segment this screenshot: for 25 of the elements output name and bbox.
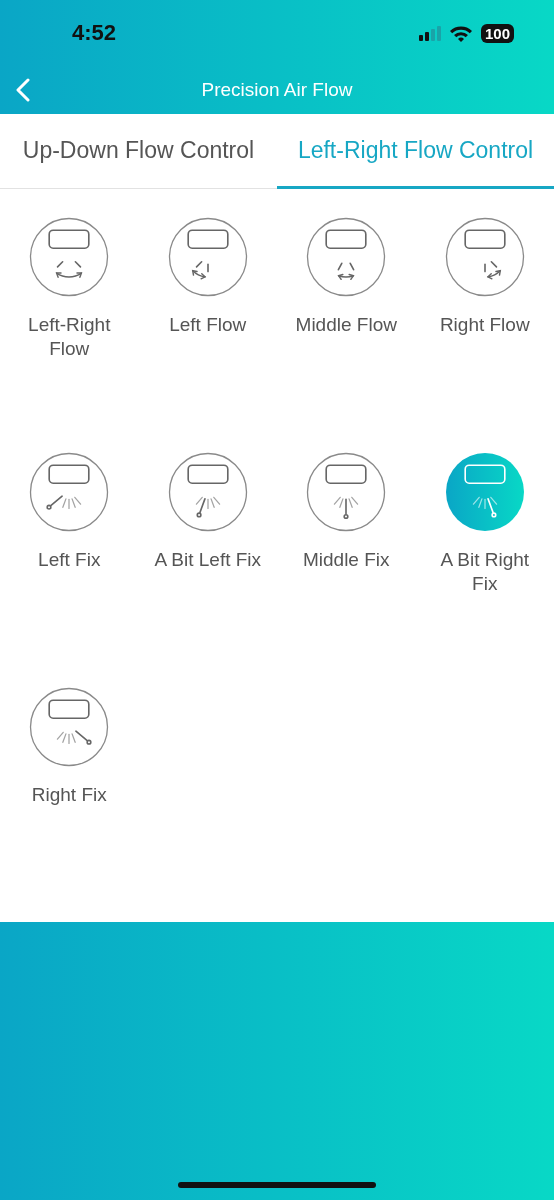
back-button[interactable] xyxy=(14,76,32,104)
fixed-air-conditioner-icon[interactable] xyxy=(306,452,387,532)
swing-air-conditioner-icon[interactable] xyxy=(167,217,248,297)
mode-label: Middle Flow xyxy=(295,313,397,337)
page-title: Precision Air Flow xyxy=(201,79,353,101)
mode-label: Left-Right Flow xyxy=(27,313,112,361)
mode-label: Right Flow xyxy=(439,313,530,337)
battery-level: 100 xyxy=(480,23,514,43)
signal-icon xyxy=(418,25,441,41)
swing-air-conditioner-icon[interactable] xyxy=(306,217,387,297)
fixed-air-conditioner-icon[interactable] xyxy=(444,452,525,532)
mode-label: Right Fix xyxy=(31,783,107,807)
mode-label: Middle Fix xyxy=(302,548,390,572)
mode-label: A Bit Right Fix xyxy=(439,548,531,596)
fixed-air-conditioner-icon[interactable] xyxy=(167,452,248,532)
swing-air-conditioner-icon[interactable] xyxy=(444,217,525,297)
wifi-icon xyxy=(448,24,473,42)
mode-label: A Bit Left Fix xyxy=(154,548,262,572)
tab[interactable]: Up-Down Flow Control xyxy=(0,114,277,189)
fixed-air-conditioner-icon[interactable] xyxy=(29,452,110,532)
fixed-air-conditioner-icon[interactable] xyxy=(29,687,110,767)
mode-label: Left Flow xyxy=(169,313,247,337)
swing-air-conditioner-icon[interactable] xyxy=(29,217,110,297)
status-time: 4:52 xyxy=(72,20,117,46)
mode-label: Left Fix xyxy=(38,548,101,572)
